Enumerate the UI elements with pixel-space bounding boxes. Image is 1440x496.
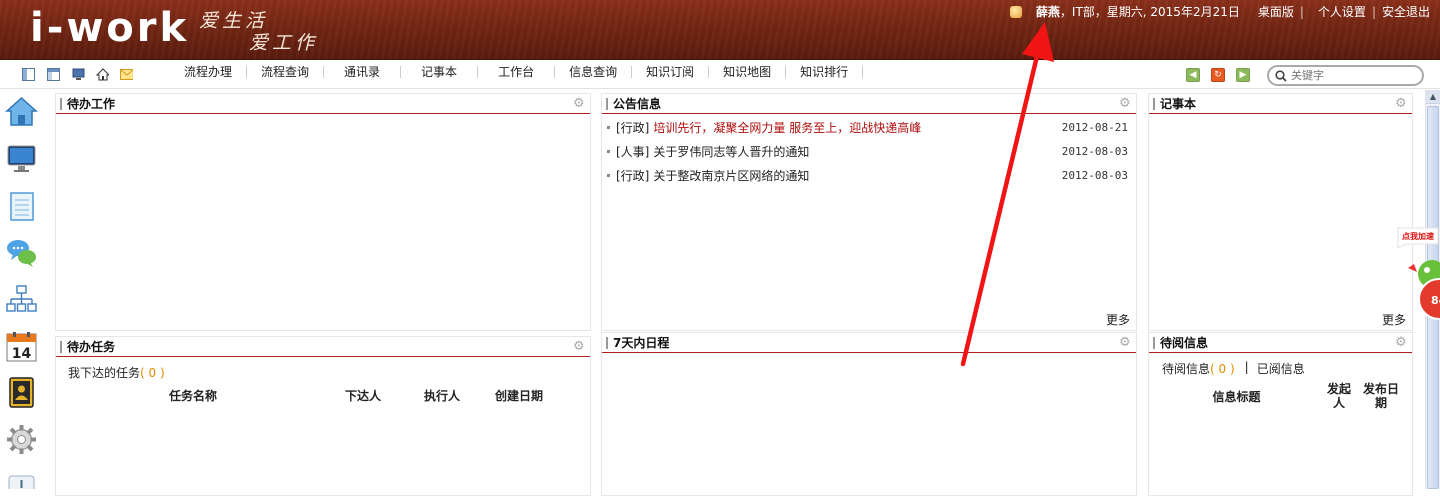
- notebook-icon[interactable]: [5, 190, 38, 223]
- more-link[interactable]: 更多: [1106, 311, 1130, 328]
- power-icon[interactable]: [5, 474, 38, 489]
- notebook-panel: 记事本 ⚙ 更多: [1148, 93, 1413, 331]
- org-chart-icon[interactable]: [5, 283, 38, 316]
- gear-icon[interactable]: ⚙: [1119, 336, 1132, 349]
- accelerator-number: 84: [1431, 294, 1440, 307]
- panel-title: 待办任务: [67, 340, 116, 354]
- panel-title: 公告信息: [613, 97, 662, 111]
- desktop-version-link[interactable]: 桌面版: [1258, 3, 1294, 20]
- column-header: 下达人: [344, 389, 381, 403]
- home-icon[interactable]: [96, 68, 109, 81]
- tasks-table-header: 任务名称 下达人 执行人 创建日期: [56, 387, 590, 404]
- search-input[interactable]: [1291, 69, 1411, 82]
- menu-item-notebook[interactable]: 记事本: [401, 66, 479, 78]
- iwork-logo: i-work: [30, 5, 190, 51]
- menu-item-workbench[interactable]: 工作台: [478, 66, 556, 78]
- panel-title: 记事本: [1160, 97, 1197, 111]
- gear-icon[interactable]: ⚙: [1119, 97, 1132, 110]
- user-info: ，IT部，星期六, 2015年2月21日: [1059, 5, 1240, 19]
- header-banner: i-work 爱生活 爱工作 薛燕 ，IT部，星期六, 2015年2月21日 桌…: [0, 0, 1440, 60]
- monitor-icon[interactable]: [72, 68, 85, 81]
- notice-item[interactable]: [行政] 培训先行，凝聚全网力量 服务至上，迎战快递高峰 2012-08-21: [602, 115, 1136, 139]
- contacts-icon[interactable]: [5, 376, 38, 409]
- menu-item-info-query[interactable]: 信息查询: [555, 66, 633, 78]
- panel-title: 7天内日程: [613, 336, 670, 350]
- menu-item-knowledge-rank[interactable]: 知识排行: [786, 66, 864, 78]
- notice-title[interactable]: 关于整改南京片区网络的通知: [653, 167, 809, 184]
- column-header: 发起人: [1327, 382, 1352, 410]
- todo-work-panel: 待办工作 ⚙: [55, 93, 591, 331]
- menu-item-knowledge-subscribe[interactable]: 知识订阅: [632, 66, 710, 78]
- calendar-day: 14: [12, 346, 32, 362]
- settings-icon[interactable]: [5, 423, 38, 456]
- user-bar: 薛燕 ，IT部，星期六, 2015年2月21日 桌面版 | 个人设置 | 安全退…: [1009, 3, 1430, 20]
- menu-item-knowledge-map[interactable]: 知识地图: [709, 66, 787, 78]
- gear-icon[interactable]: ⚙: [1395, 97, 1408, 110]
- window-icon[interactable]: [47, 68, 60, 81]
- notice-item[interactable]: [行政] 关于整改南京片区网络的通知 2012-08-03: [602, 163, 1136, 187]
- schedule-panel: 7天内日程 ⚙: [601, 332, 1137, 496]
- notices-panel: 公告信息 ⚙ [行政] 培训先行，凝聚全网力量 服务至上，迎战快递高峰 2012-08…: [601, 93, 1137, 331]
- column-header: 发布日期: [1362, 382, 1399, 410]
- notice-item[interactable]: [人事] 关于罗伟同志等人晋升的通知 2012-08-03: [602, 139, 1136, 163]
- menu-item-process-query[interactable]: 流程查询: [247, 66, 325, 78]
- menu-item-process-handle[interactable]: 流程办理: [170, 66, 248, 78]
- personal-settings-link[interactable]: 个人设置: [1318, 3, 1366, 20]
- column-header: 信息标题: [1212, 389, 1261, 404]
- notice-date: 2012-08-03: [1061, 144, 1128, 158]
- tab-unread[interactable]: 待阅信息( 0 ): [1162, 360, 1235, 377]
- column-header: 创建日期: [494, 389, 543, 403]
- tab-read[interactable]: 已阅信息: [1257, 360, 1305, 377]
- gear-icon[interactable]: ⚙: [573, 97, 586, 110]
- forward-arrow-icon[interactable]: ▶: [1236, 68, 1250, 82]
- refresh-icon[interactable]: ↻: [1211, 68, 1225, 82]
- search-icon: [1275, 69, 1287, 82]
- layout-icon[interactable]: [22, 68, 35, 81]
- notice-title[interactable]: 关于罗伟同志等人晋升的通知: [653, 143, 809, 160]
- unread-count: ( 0 ): [1210, 362, 1235, 376]
- column-header: 任务名称: [168, 389, 217, 403]
- scroll-up-icon[interactable]: ▲: [1426, 90, 1440, 104]
- back-arrow-icon[interactable]: ◀: [1186, 68, 1200, 82]
- reading-table-header: 信息标题 发起人 发布日期: [1149, 382, 1412, 410]
- chat-icon[interactable]: [5, 236, 38, 269]
- toolbar: 流程办理 流程查询 通讯录 记事本 工作台 信息查询 知识订阅 知识地图 知识排…: [0, 61, 1440, 89]
- mail-icon[interactable]: [120, 68, 133, 81]
- desktop-icon[interactable]: [5, 142, 38, 175]
- accelerator-label: 点我加速: [1402, 231, 1434, 241]
- my-tasks-count: ( 0 ): [140, 366, 165, 380]
- menu-item-contacts[interactable]: 通讯录: [324, 66, 402, 78]
- search-box: [1267, 65, 1424, 86]
- user-icon: [1009, 5, 1022, 18]
- notice-date: 2012-08-03: [1061, 168, 1128, 182]
- panel-title: 待阅信息: [1160, 336, 1209, 350]
- panel-title: 待办工作: [67, 97, 116, 111]
- notice-date: 2012-08-21: [1061, 120, 1128, 134]
- main-menu: 流程办理 流程查询 通讯录 记事本 工作台 信息查询 知识订阅 知识地图 知识排…: [170, 66, 864, 78]
- column-header: 执行人: [423, 389, 460, 403]
- gear-icon[interactable]: ⚙: [573, 340, 586, 353]
- my-tasks-link[interactable]: 我下达的任务( 0 ): [56, 357, 590, 381]
- gear-icon[interactable]: ⚙: [1395, 336, 1408, 349]
- slogan-line2: 爱工作: [249, 32, 319, 54]
- reading-panel: 待阅信息 ⚙ 待阅信息( 0 ) | 已阅信息 信息标题 发起人 发布日期: [1148, 332, 1413, 496]
- notice-title[interactable]: 培训先行，凝聚全网力量 服务至上，迎战快递高峰: [653, 119, 921, 136]
- sidebar: 14: [0, 90, 45, 489]
- tasks-panel: 待办任务 ⚙ 我下达的任务( 0 ) 任务名称 下达人 执行人 创建日期: [55, 336, 591, 496]
- accelerator-widget[interactable]: 点我加速 84: [1394, 226, 1440, 326]
- calendar-icon[interactable]: 14: [5, 330, 38, 363]
- logout-link[interactable]: 安全退出: [1382, 3, 1430, 20]
- home-icon[interactable]: [5, 95, 38, 128]
- user-name: 薛燕: [1035, 5, 1060, 19]
